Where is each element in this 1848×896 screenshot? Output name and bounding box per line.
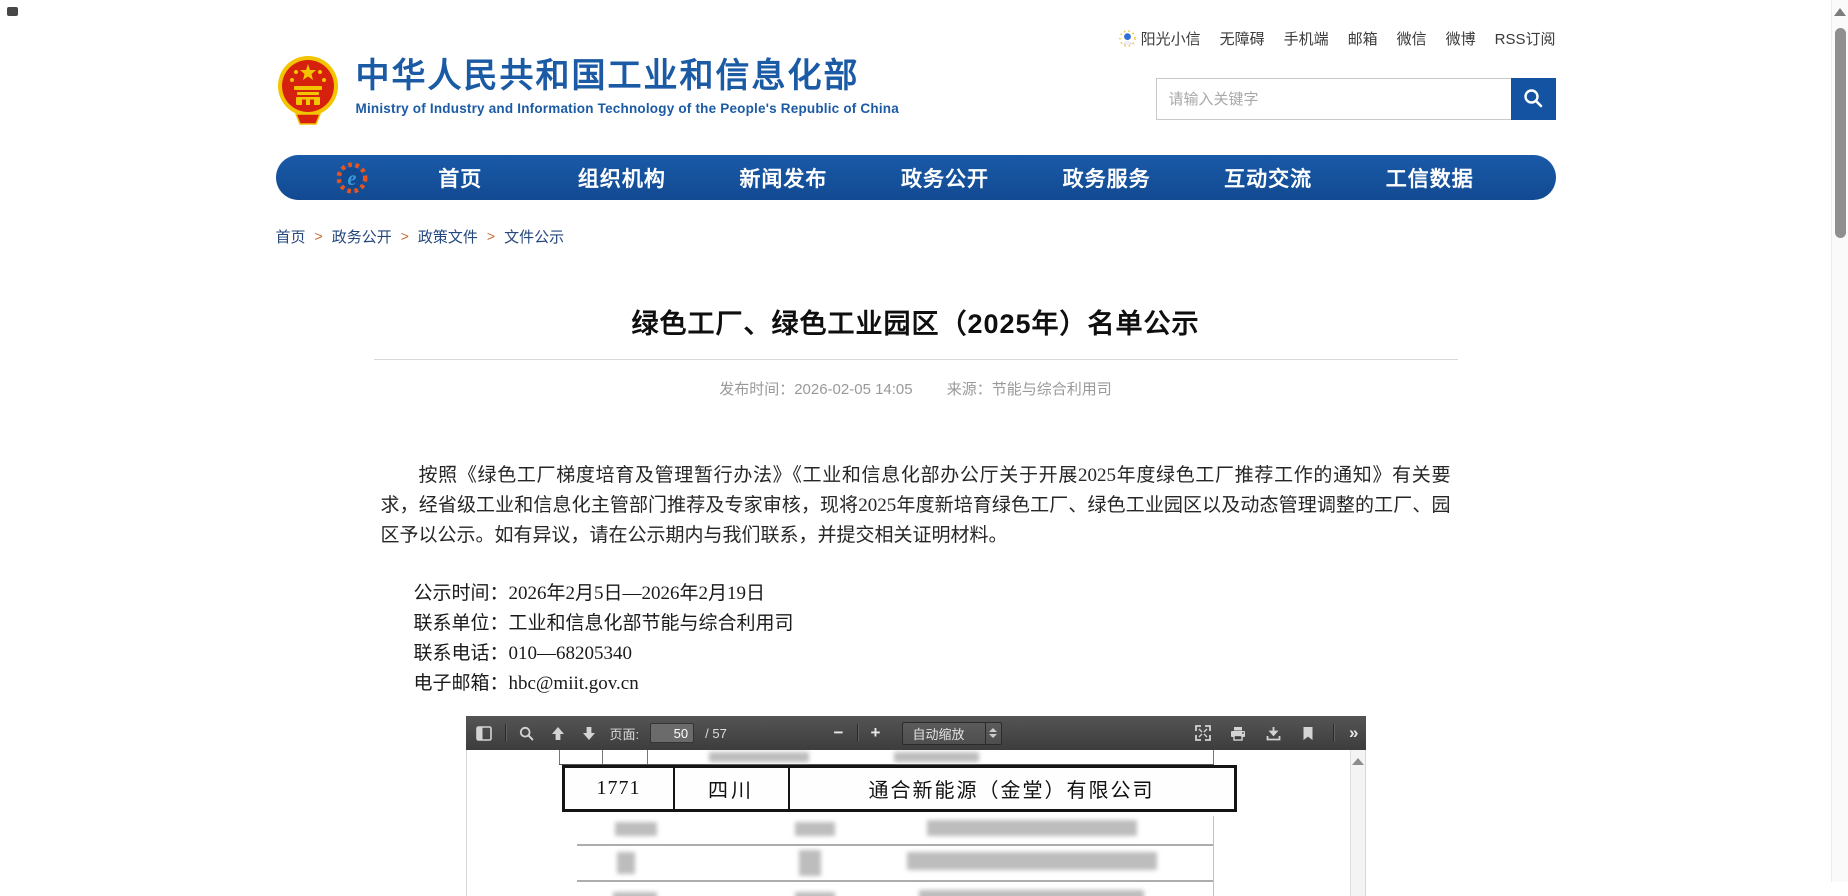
publicity-period: 公示时间：2026年2月5日—2026年2月19日	[414, 579, 1451, 609]
page-area: 阳光小信 无障碍 手机端 邮箱 微信 微博 RSS订阅	[0, 0, 1831, 896]
redacted-text-block	[709, 752, 809, 762]
scrollbar-thumb[interactable]	[1835, 28, 1846, 238]
contact-email: 电子邮箱：hbc@miit.gov.cn	[414, 669, 1451, 699]
more-tools-button[interactable]: »	[1349, 723, 1357, 743]
miit-gear-icon: e	[334, 160, 370, 196]
zoom-in-button[interactable]: +	[867, 723, 885, 743]
toolbar-divider	[857, 724, 858, 742]
breadcrumb-doc-publicity[interactable]: 文件公示	[504, 226, 564, 247]
download-icon[interactable]	[1263, 722, 1283, 744]
page-up-icon[interactable]	[548, 722, 568, 744]
article-title: 绿色工厂、绿色工业园区（2025年）名单公示	[276, 302, 1556, 341]
article-paragraph: 按照《绿色工厂梯度培育及管理暂行办法》《工业和信息化部办公厅关于开展2025年度…	[381, 461, 1451, 551]
breadcrumb-gov-disclosure[interactable]: 政务公开	[332, 226, 392, 247]
page-count: / 57	[705, 726, 727, 741]
top-utility-links: 阳光小信 无障碍 手机端 邮箱 微信 微博 RSS订阅	[276, 28, 1556, 48]
breadcrumb: 首页 > 政务公开 > 政策文件 > 文件公示	[276, 226, 1556, 246]
toolbar-divider	[505, 724, 506, 742]
nav-item-gov-services[interactable]: 政务服务	[1026, 163, 1188, 193]
nav-item-news[interactable]: 新闻发布	[703, 163, 865, 193]
link-sunshine-mascot[interactable]: 阳光小信	[1119, 28, 1201, 49]
link-weibo[interactable]: 微博	[1446, 28, 1476, 49]
contact-unit: 联系单位：工业和信息化部节能与综合利用司	[414, 609, 1451, 639]
toolbar-divider	[1333, 724, 1334, 742]
top-link-label: 阳光小信	[1141, 28, 1201, 49]
zoom-out-button[interactable]: −	[830, 723, 848, 743]
article-source: 来源：节能与综合利用司	[947, 381, 1112, 398]
nav-item-organization[interactable]: 组织机构	[541, 163, 703, 193]
site-subtitle: Ministry of Industry and Information Tec…	[356, 101, 899, 116]
presentation-mode-icon[interactable]	[1193, 722, 1213, 744]
search-input[interactable]	[1156, 78, 1511, 120]
breadcrumb-policy-docs[interactable]: 政策文件	[418, 226, 478, 247]
link-mobile[interactable]: 手机端	[1284, 28, 1329, 49]
pdf-scroll-up-icon[interactable]	[1352, 758, 1364, 765]
pdf-viewer: 页面: / 57 − + 自动缩放	[466, 716, 1366, 896]
publish-time: 发布时间：2026-02-05 14:05	[719, 381, 912, 398]
breadcrumb-separator: >	[401, 228, 409, 244]
row-id-cell: 1771	[565, 768, 675, 809]
pdf-scrollbar[interactable]	[1350, 750, 1365, 896]
main-navigation: e 首页 组织机构 新闻发布 政务公开 政务服务 互动交流 工信数据	[276, 155, 1556, 200]
national-emblem-icon	[276, 54, 340, 126]
print-icon[interactable]	[1228, 722, 1248, 744]
site-header: 阳光小信 无障碍 手机端 邮箱 微信 微博 RSS订阅	[276, 0, 1556, 134]
pdf-table-censored-rows	[577, 816, 1214, 896]
pdf-toolbar: 页面: / 57 − + 自动缩放	[466, 716, 1366, 750]
site-search	[1156, 78, 1556, 120]
contact-phone: 联系电话：010—68205340	[414, 639, 1451, 669]
search-icon	[1522, 87, 1544, 112]
redacted-text-block	[894, 752, 979, 762]
site-logo[interactable]: 中华人民共和国工业和信息化部 Ministry of Industry and …	[276, 54, 899, 126]
zoom-mode-select[interactable]: 自动缩放	[902, 722, 1002, 745]
select-arrows-icon	[985, 723, 1001, 744]
find-icon[interactable]	[517, 722, 537, 744]
nav-item-data[interactable]: 工信数据	[1349, 163, 1511, 193]
pdf-table-partial-row	[559, 750, 1214, 765]
row-province-cell: 四川	[675, 768, 790, 809]
breadcrumb-separator: >	[487, 228, 495, 244]
link-mail[interactable]: 邮箱	[1348, 28, 1378, 49]
browser-scrollbar[interactable]	[1831, 0, 1848, 882]
page-down-icon[interactable]	[579, 722, 599, 744]
nav-item-home[interactable]: 首页	[380, 163, 542, 193]
pdf-table-highlighted-row: 1771 四川 通合新能源（金堂）有限公司	[562, 765, 1237, 812]
breadcrumb-separator: >	[315, 228, 323, 244]
breadcrumb-home[interactable]: 首页	[276, 226, 306, 247]
title-divider	[374, 359, 1458, 360]
contact-info: 公示时间：2026年2月5日—2026年2月19日 联系单位：工业和信息化部节能…	[381, 579, 1451, 699]
site-title: 中华人民共和国工业和信息化部	[356, 56, 899, 96]
svg-text:e: e	[347, 168, 356, 190]
pdf-page-canvas[interactable]: 1771 四川 通合新能源（金堂）有限公司	[466, 750, 1366, 896]
scroll-up-arrow-icon[interactable]	[1834, 8, 1846, 16]
article-meta: 发布时间：2026-02-05 14:05 来源：节能与综合利用司	[276, 378, 1556, 399]
sidebar-toggle-icon[interactable]	[474, 722, 494, 744]
link-accessibility[interactable]: 无障碍	[1220, 28, 1265, 49]
nav-item-interaction[interactable]: 互动交流	[1187, 163, 1349, 193]
article-body: 按照《绿色工厂梯度培育及管理暂行办法》《工业和信息化部办公厅关于开展2025年度…	[381, 461, 1451, 551]
screen-corner-artifact	[7, 7, 18, 16]
page-number-input[interactable]	[650, 723, 694, 743]
link-rss[interactable]: RSS订阅	[1495, 28, 1556, 49]
nav-item-gov-disclosure[interactable]: 政务公开	[864, 163, 1026, 193]
page-label: 页面:	[610, 724, 640, 743]
zoom-mode-value: 自动缩放	[903, 724, 985, 743]
search-button[interactable]	[1511, 78, 1556, 120]
mascot-icon	[1119, 30, 1136, 47]
link-wechat[interactable]: 微信	[1397, 28, 1427, 49]
row-company-cell: 通合新能源（金堂）有限公司	[790, 768, 1234, 809]
bookmark-icon[interactable]	[1298, 722, 1318, 744]
